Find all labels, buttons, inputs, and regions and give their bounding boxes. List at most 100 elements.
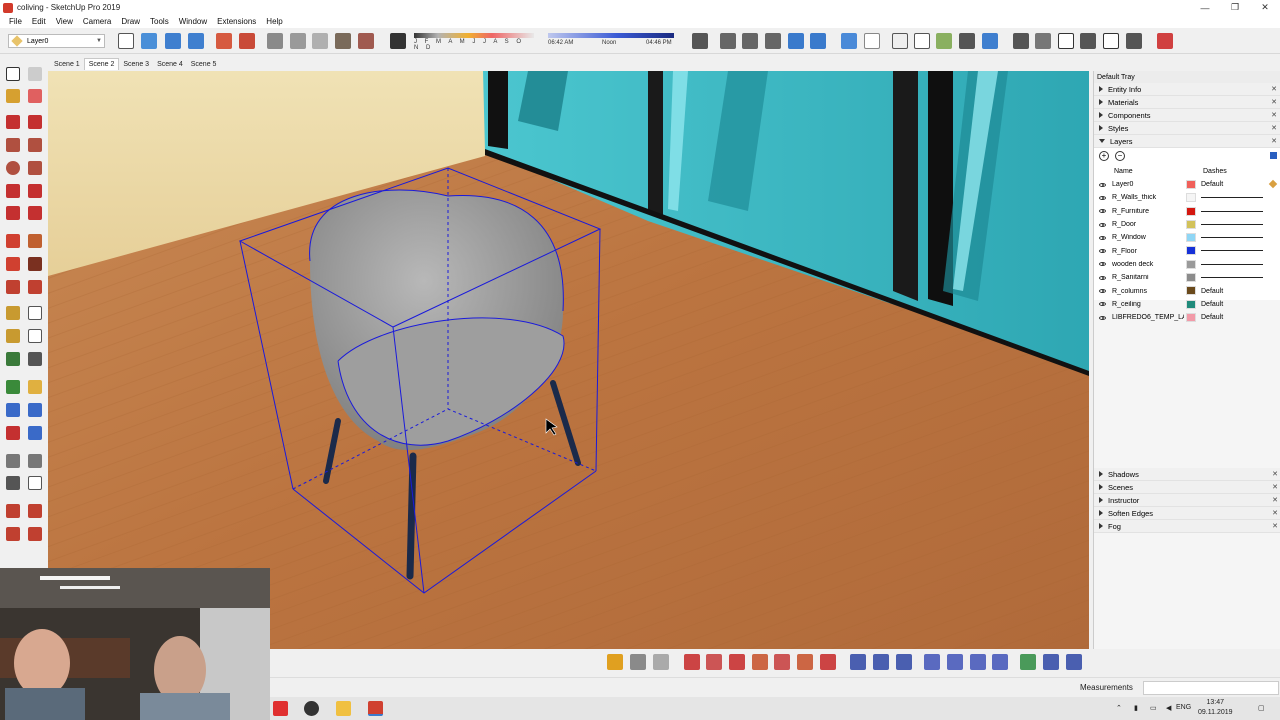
- move-axes-icon[interactable]: [118, 33, 134, 49]
- layer-name[interactable]: Layer0: [1112, 181, 1184, 188]
- menu-file[interactable]: File: [4, 17, 27, 26]
- share-model-icon[interactable]: [653, 654, 669, 670]
- sketchup-taskbar-icon[interactable]: [368, 701, 383, 716]
- rotated-rectangle-icon[interactable]: [28, 138, 42, 152]
- lib-tool-4-icon[interactable]: [752, 654, 768, 670]
- network-icon[interactable]: ▭: [1150, 704, 1157, 712]
- layer-color-swatch[interactable]: [1186, 312, 1196, 322]
- section-fill-icon[interactable]: [810, 33, 826, 49]
- panel-soften-edges[interactable]: Soften Edges ✕: [1094, 507, 1280, 520]
- tab-scene-2[interactable]: Scene 2: [83, 58, 120, 70]
- close-icon[interactable]: ✕: [1271, 98, 1277, 106]
- tab-scene-4[interactable]: Scene 4: [153, 59, 187, 70]
- layer-color-swatch[interactable]: [1186, 286, 1196, 296]
- panel-styles[interactable]: Styles ✕: [1094, 122, 1280, 135]
- details-arrow-icon[interactable]: [1270, 152, 1277, 159]
- browser-icon[interactable]: [304, 701, 319, 716]
- close-icon[interactable]: ✕: [1271, 111, 1277, 119]
- menu-window[interactable]: Window: [174, 17, 212, 26]
- layer-dash-style[interactable]: Default: [1201, 181, 1223, 188]
- layer-dash-line[interactable]: [1201, 250, 1263, 252]
- fredo-tool-10-icon[interactable]: [1066, 654, 1082, 670]
- eye-visibility-icon[interactable]: [1099, 235, 1106, 240]
- tape-measure-icon[interactable]: [6, 306, 20, 320]
- layer-row[interactable]: R_Walls_thick: [1094, 191, 1280, 204]
- stamp-icon[interactable]: [936, 33, 952, 49]
- layer-color-swatch[interactable]: [1186, 259, 1196, 269]
- layer-row[interactable]: R_Floor: [1094, 244, 1280, 257]
- select-tool-icon[interactable]: [6, 67, 20, 81]
- pan-icon[interactable]: [28, 380, 42, 394]
- front-view-icon[interactable]: [188, 33, 204, 49]
- walk-icon[interactable]: [720, 33, 736, 49]
- fredo-tool-3-icon[interactable]: [896, 654, 912, 670]
- menu-help[interactable]: Help: [261, 17, 287, 26]
- close-button[interactable]: ✕: [1250, 0, 1280, 15]
- solid-subtract-icon[interactable]: [28, 504, 42, 518]
- eye-visibility-icon[interactable]: [1099, 182, 1106, 187]
- eye-visibility-icon[interactable]: [1099, 302, 1106, 307]
- walk-tool-icon[interactable]: [6, 476, 20, 490]
- layer-name[interactable]: R_Sanitarni: [1112, 274, 1184, 281]
- layer-name[interactable]: R_columns: [1112, 288, 1184, 295]
- drape-icon[interactable]: [959, 33, 975, 49]
- menu-tools[interactable]: Tools: [145, 17, 174, 26]
- layer-row[interactable]: R_Window: [1094, 231, 1280, 244]
- text-tool-icon[interactable]: [28, 329, 42, 343]
- top-view-icon[interactable]: [165, 33, 181, 49]
- fredo-tool-5-icon[interactable]: [947, 654, 963, 670]
- delete-layer-icon[interactable]: −: [1115, 151, 1125, 161]
- warehouse-icon[interactable]: [607, 654, 623, 670]
- look-around-tool-icon[interactable]: [28, 454, 42, 468]
- camera-icon[interactable]: [692, 33, 708, 49]
- layer-name[interactable]: R_Window: [1112, 234, 1184, 241]
- section-plane-tool-icon[interactable]: [28, 476, 42, 490]
- layer-dash-style[interactable]: Default: [1201, 314, 1223, 321]
- fredo-tool-1-icon[interactable]: [850, 654, 866, 670]
- xray-icon[interactable]: [216, 33, 232, 49]
- solid-split-icon[interactable]: [28, 527, 42, 541]
- paint-bucket-icon[interactable]: [6, 89, 20, 103]
- layer-row[interactable]: R_columns Default: [1094, 284, 1280, 297]
- orbit-icon[interactable]: [6, 380, 20, 394]
- three-point-arc-icon[interactable]: [6, 206, 20, 220]
- lib-tool-2-icon[interactable]: [706, 654, 722, 670]
- layer-row[interactable]: Layer0 Default: [1094, 178, 1280, 191]
- zoom-extents-icon[interactable]: [6, 426, 20, 440]
- layer-color-swatch[interactable]: [1186, 180, 1196, 189]
- shadow-date-slider[interactable]: J F M A M J J A S O N D: [414, 33, 534, 51]
- layer-name[interactable]: R_Floor: [1112, 248, 1184, 255]
- add-layer-icon[interactable]: +: [1099, 151, 1109, 161]
- layer-row[interactable]: wooden deck: [1094, 258, 1280, 271]
- monochrome-icon[interactable]: [358, 33, 374, 49]
- panel-layers[interactable]: Layers ✕: [1094, 135, 1280, 148]
- section-plane-icon[interactable]: [788, 33, 804, 49]
- close-icon[interactable]: ✕: [1271, 85, 1277, 93]
- layer-row[interactable]: R_Door: [1094, 218, 1280, 231]
- layer-name[interactable]: R_Door: [1112, 221, 1184, 228]
- layer-row[interactable]: R_Sanitarni: [1094, 271, 1280, 284]
- lib-tool-5-icon[interactable]: [774, 654, 790, 670]
- panel-instructor[interactable]: Instructor ✕: [1094, 494, 1280, 507]
- acrobat-icon[interactable]: [273, 701, 288, 716]
- close-icon[interactable]: ✕: [1272, 509, 1278, 517]
- layer-row[interactable]: LIBFREDO6_TEMP_LA Default: [1094, 311, 1280, 324]
- axes-icon[interactable]: [6, 352, 20, 366]
- polygon-icon[interactable]: [28, 161, 42, 175]
- pie-icon[interactable]: [28, 206, 42, 220]
- minimize-button[interactable]: —: [1190, 0, 1220, 15]
- tab-scene-1[interactable]: Scene 1: [50, 59, 84, 70]
- building-icon[interactable]: [1035, 33, 1051, 49]
- close-icon[interactable]: ✕: [1272, 483, 1278, 491]
- two-point-arc-icon[interactable]: [28, 184, 42, 198]
- tab-scene-3[interactable]: Scene 3: [119, 59, 153, 70]
- solid-trim-icon[interactable]: [6, 527, 20, 541]
- lib-tool-6-icon[interactable]: [797, 654, 813, 670]
- chevron-up-icon[interactable]: ⌃: [1116, 704, 1122, 712]
- fredo-tool-8-icon[interactable]: [1020, 654, 1036, 670]
- fredo-tool-4-icon[interactable]: [924, 654, 940, 670]
- layer-dash-line[interactable]: [1201, 210, 1263, 212]
- solid-union-icon[interactable]: [6, 504, 20, 518]
- flip-edge-icon[interactable]: [1013, 33, 1029, 49]
- close-icon[interactable]: ✕: [1271, 137, 1277, 145]
